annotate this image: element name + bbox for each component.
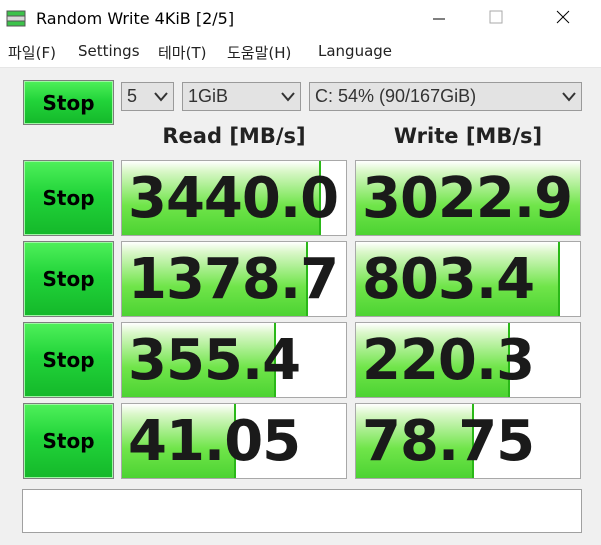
write-cell-row-3: 220.3 bbox=[355, 322, 581, 398]
read-cell-row-2: 1378.7 bbox=[121, 241, 347, 317]
title-bar: Random Write 4KiB [2/5] bbox=[0, 0, 601, 37]
read-value: 41.05 bbox=[128, 409, 301, 474]
minimize-icon bbox=[433, 18, 445, 20]
test-count-select[interactable]: 5 bbox=[121, 82, 174, 111]
menu-help[interactable]: 도움말(H) bbox=[227, 42, 291, 63]
chevron-down-icon bbox=[281, 92, 295, 102]
stop-button-row-2[interactable]: Stop bbox=[23, 241, 114, 317]
read-cell-row-4: 41.05 bbox=[121, 403, 347, 479]
write-cell-row-2: 803.4 bbox=[355, 241, 581, 317]
read-value: 1378.7 bbox=[128, 247, 339, 312]
test-count-value: 5 bbox=[127, 86, 138, 106]
stop-button-row-3[interactable]: Stop bbox=[23, 322, 114, 398]
write-header: Write [MB/s] bbox=[393, 124, 543, 148]
menu-file[interactable]: 파일(F) bbox=[8, 42, 56, 63]
stop-button-row-1[interactable]: Stop bbox=[23, 160, 114, 236]
write-value: 78.75 bbox=[362, 409, 535, 474]
window-title: Random Write 4KiB [2/5] bbox=[36, 9, 235, 28]
menu-settings[interactable]: Settings bbox=[78, 42, 140, 60]
comment-input[interactable] bbox=[22, 489, 582, 533]
stop-button-row-4[interactable]: Stop bbox=[23, 403, 114, 479]
write-cell-row-1: 3022.9 bbox=[355, 160, 581, 236]
test-size-select[interactable]: 1GiB bbox=[182, 82, 301, 111]
read-header: Read [MB/s] bbox=[162, 124, 306, 148]
close-button[interactable] bbox=[540, 0, 586, 37]
main-panel: Stop 5 1GiB C: 54% (90/167GiB) Read [MB/… bbox=[0, 68, 601, 545]
chevron-down-icon bbox=[562, 92, 576, 102]
read-cell-row-1: 3440.0 bbox=[121, 160, 347, 236]
read-cell-row-3: 355.4 bbox=[121, 322, 347, 398]
write-value: 803.4 bbox=[362, 247, 535, 312]
write-value: 220.3 bbox=[362, 328, 535, 393]
disk-benchmark-icon bbox=[6, 10, 26, 27]
write-value: 3022.9 bbox=[362, 166, 573, 231]
stop-all-button[interactable]: Stop bbox=[23, 80, 114, 125]
read-value: 355.4 bbox=[128, 328, 301, 393]
write-cell-row-4: 78.75 bbox=[355, 403, 581, 479]
test-size-value: 1GiB bbox=[188, 86, 229, 106]
menu-language[interactable]: Language bbox=[318, 42, 392, 60]
read-value: 3440.0 bbox=[128, 166, 339, 231]
drive-value: C: 54% (90/167GiB) bbox=[315, 86, 477, 106]
menu-bar: 파일(F) Settings 테마(T) 도움말(H) Language bbox=[0, 37, 601, 68]
maximize-icon bbox=[489, 10, 503, 24]
menu-theme[interactable]: 테마(T) bbox=[158, 42, 206, 63]
drive-select[interactable]: C: 54% (90/167GiB) bbox=[309, 82, 582, 111]
chevron-down-icon bbox=[154, 92, 168, 102]
minimize-button[interactable] bbox=[416, 0, 462, 37]
maximize-button[interactable] bbox=[476, 0, 522, 37]
close-icon bbox=[556, 10, 570, 24]
